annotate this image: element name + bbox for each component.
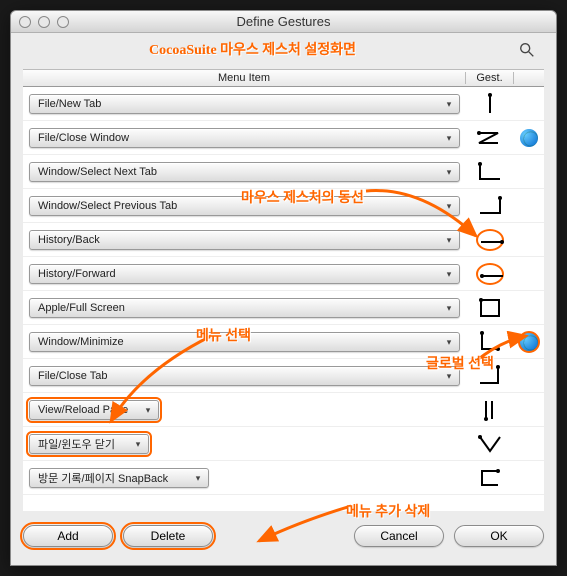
gesture-preview[interactable] — [466, 189, 514, 222]
global-toggle[interactable] — [514, 461, 544, 494]
minimize-window-button[interactable] — [38, 16, 50, 28]
gesture-preview[interactable] — [466, 291, 514, 324]
dropdown-label: File/Close Tab — [38, 370, 108, 382]
chevron-down-icon — [443, 336, 455, 350]
search-icon[interactable] — [518, 41, 536, 59]
global-toggle[interactable] — [514, 359, 544, 392]
gesture-row: History/Forward — [23, 257, 544, 291]
chevron-down-icon — [443, 98, 455, 112]
dropdown-label: Window/Select Next Tab — [38, 166, 157, 178]
dropdown-label: 방문 기록/페이지 SnapBack — [38, 470, 168, 486]
gesture-preview[interactable] — [466, 121, 514, 154]
window-title: Define Gestures — [11, 14, 556, 29]
global-toggle[interactable] — [514, 155, 544, 188]
menu-item-dropdown[interactable]: 방문 기록/페이지 SnapBack — [29, 468, 209, 488]
cancel-button[interactable]: Cancel — [354, 525, 444, 547]
column-headers: Menu Item Gest. — [23, 69, 544, 87]
define-gestures-window: Define Gestures CocoaSuite 마우스 제스처 설정화면 … — [10, 10, 557, 566]
header-gesture: Gest. — [466, 72, 514, 84]
gesture-preview[interactable] — [466, 155, 514, 188]
close-window-button[interactable] — [19, 16, 31, 28]
global-toggle[interactable] — [514, 257, 544, 290]
menu-item-dropdown[interactable]: History/Back — [29, 230, 460, 250]
global-toggle[interactable] — [514, 87, 544, 120]
globe-icon — [518, 331, 540, 353]
menu-item-dropdown[interactable]: View/Reload Page — [29, 400, 159, 420]
global-toggle[interactable] — [514, 427, 544, 460]
zoom-window-button[interactable] — [57, 16, 69, 28]
dropdown-label: File/New Tab — [38, 98, 101, 110]
chevron-down-icon — [443, 132, 455, 146]
ok-button[interactable]: OK — [454, 525, 544, 547]
globe-icon — [520, 129, 538, 147]
dropdown-label: History/Back — [38, 234, 100, 246]
annotation-main: CocoaSuite 마우스 제스처 설정화면 — [149, 39, 356, 59]
menu-item-dropdown[interactable]: File/New Tab — [29, 94, 460, 114]
menu-item-dropdown[interactable]: History/Forward — [29, 264, 460, 284]
gesture-preview[interactable] — [466, 427, 514, 460]
toolbar-area: CocoaSuite 마우스 제스처 설정화면 — [11, 33, 556, 69]
gesture-row: File/Close Window — [23, 121, 544, 155]
gesture-preview[interactable] — [466, 461, 514, 494]
menu-item-dropdown[interactable]: File/Close Window — [29, 128, 460, 148]
gesture-row: 방문 기록/페이지 SnapBack — [23, 461, 544, 495]
delete-button[interactable]: Delete — [123, 525, 213, 547]
chevron-down-icon — [443, 302, 455, 316]
menu-item-dropdown[interactable]: Window/Minimize — [29, 332, 460, 352]
chevron-down-icon — [443, 200, 455, 214]
gesture-row: File/Close Tab — [23, 359, 544, 393]
chevron-down-icon — [443, 234, 455, 248]
gesture-row: View/Reload Page — [23, 393, 544, 427]
titlebar: Define Gestures — [11, 11, 556, 33]
gesture-row: 파일/윈도우 닫기 — [23, 427, 544, 461]
chevron-down-icon — [443, 166, 455, 180]
dropdown-label: Apple/Full Screen — [38, 302, 125, 314]
dropdown-label: 파일/윈도우 닫기 — [38, 436, 115, 452]
global-toggle[interactable] — [514, 223, 544, 256]
chevron-down-icon — [142, 404, 154, 418]
gesture-preview[interactable] — [466, 325, 514, 358]
dialog-footer: Add Delete Cancel OK — [11, 511, 556, 565]
gesture-preview[interactable] — [466, 223, 514, 256]
add-button[interactable]: Add — [23, 525, 113, 547]
gesture-row: History/Back — [23, 223, 544, 257]
menu-item-dropdown[interactable]: Window/Select Next Tab — [29, 162, 460, 182]
dropdown-label: Window/Minimize — [38, 336, 124, 348]
global-toggle[interactable] — [514, 189, 544, 222]
gesture-preview[interactable] — [466, 87, 514, 120]
dropdown-label: History/Forward — [38, 268, 116, 280]
dropdown-label: File/Close Window — [38, 132, 129, 144]
menu-item-dropdown[interactable]: File/Close Tab — [29, 366, 460, 386]
header-menu-item: Menu Item — [23, 72, 466, 84]
gesture-row: Window/Minimize — [23, 325, 544, 359]
global-toggle[interactable] — [514, 121, 544, 154]
chevron-down-icon — [192, 472, 204, 486]
chevron-down-icon — [443, 268, 455, 282]
gesture-row: Window/Select Next Tab — [23, 155, 544, 189]
menu-item-dropdown[interactable]: Apple/Full Screen — [29, 298, 460, 318]
menu-item-dropdown[interactable]: Window/Select Previous Tab — [29, 196, 460, 216]
traffic-lights — [19, 16, 69, 28]
global-toggle[interactable] — [514, 393, 544, 426]
dropdown-label: View/Reload Page — [38, 404, 128, 416]
global-toggle[interactable] — [514, 291, 544, 324]
menu-item-dropdown[interactable]: 파일/윈도우 닫기 — [29, 434, 149, 454]
gesture-preview[interactable] — [466, 257, 514, 290]
chevron-down-icon — [132, 438, 144, 452]
gesture-preview[interactable] — [466, 359, 514, 392]
gesture-preview[interactable] — [466, 393, 514, 426]
global-toggle[interactable] — [514, 325, 544, 358]
gesture-row: File/New Tab — [23, 87, 544, 121]
gesture-list: File/New Tab File/Close Window Window/Sele… — [23, 87, 544, 511]
dropdown-label: Window/Select Previous Tab — [38, 200, 177, 212]
chevron-down-icon — [443, 370, 455, 384]
gesture-row: Apple/Full Screen — [23, 291, 544, 325]
gesture-row: Window/Select Previous Tab — [23, 189, 544, 223]
